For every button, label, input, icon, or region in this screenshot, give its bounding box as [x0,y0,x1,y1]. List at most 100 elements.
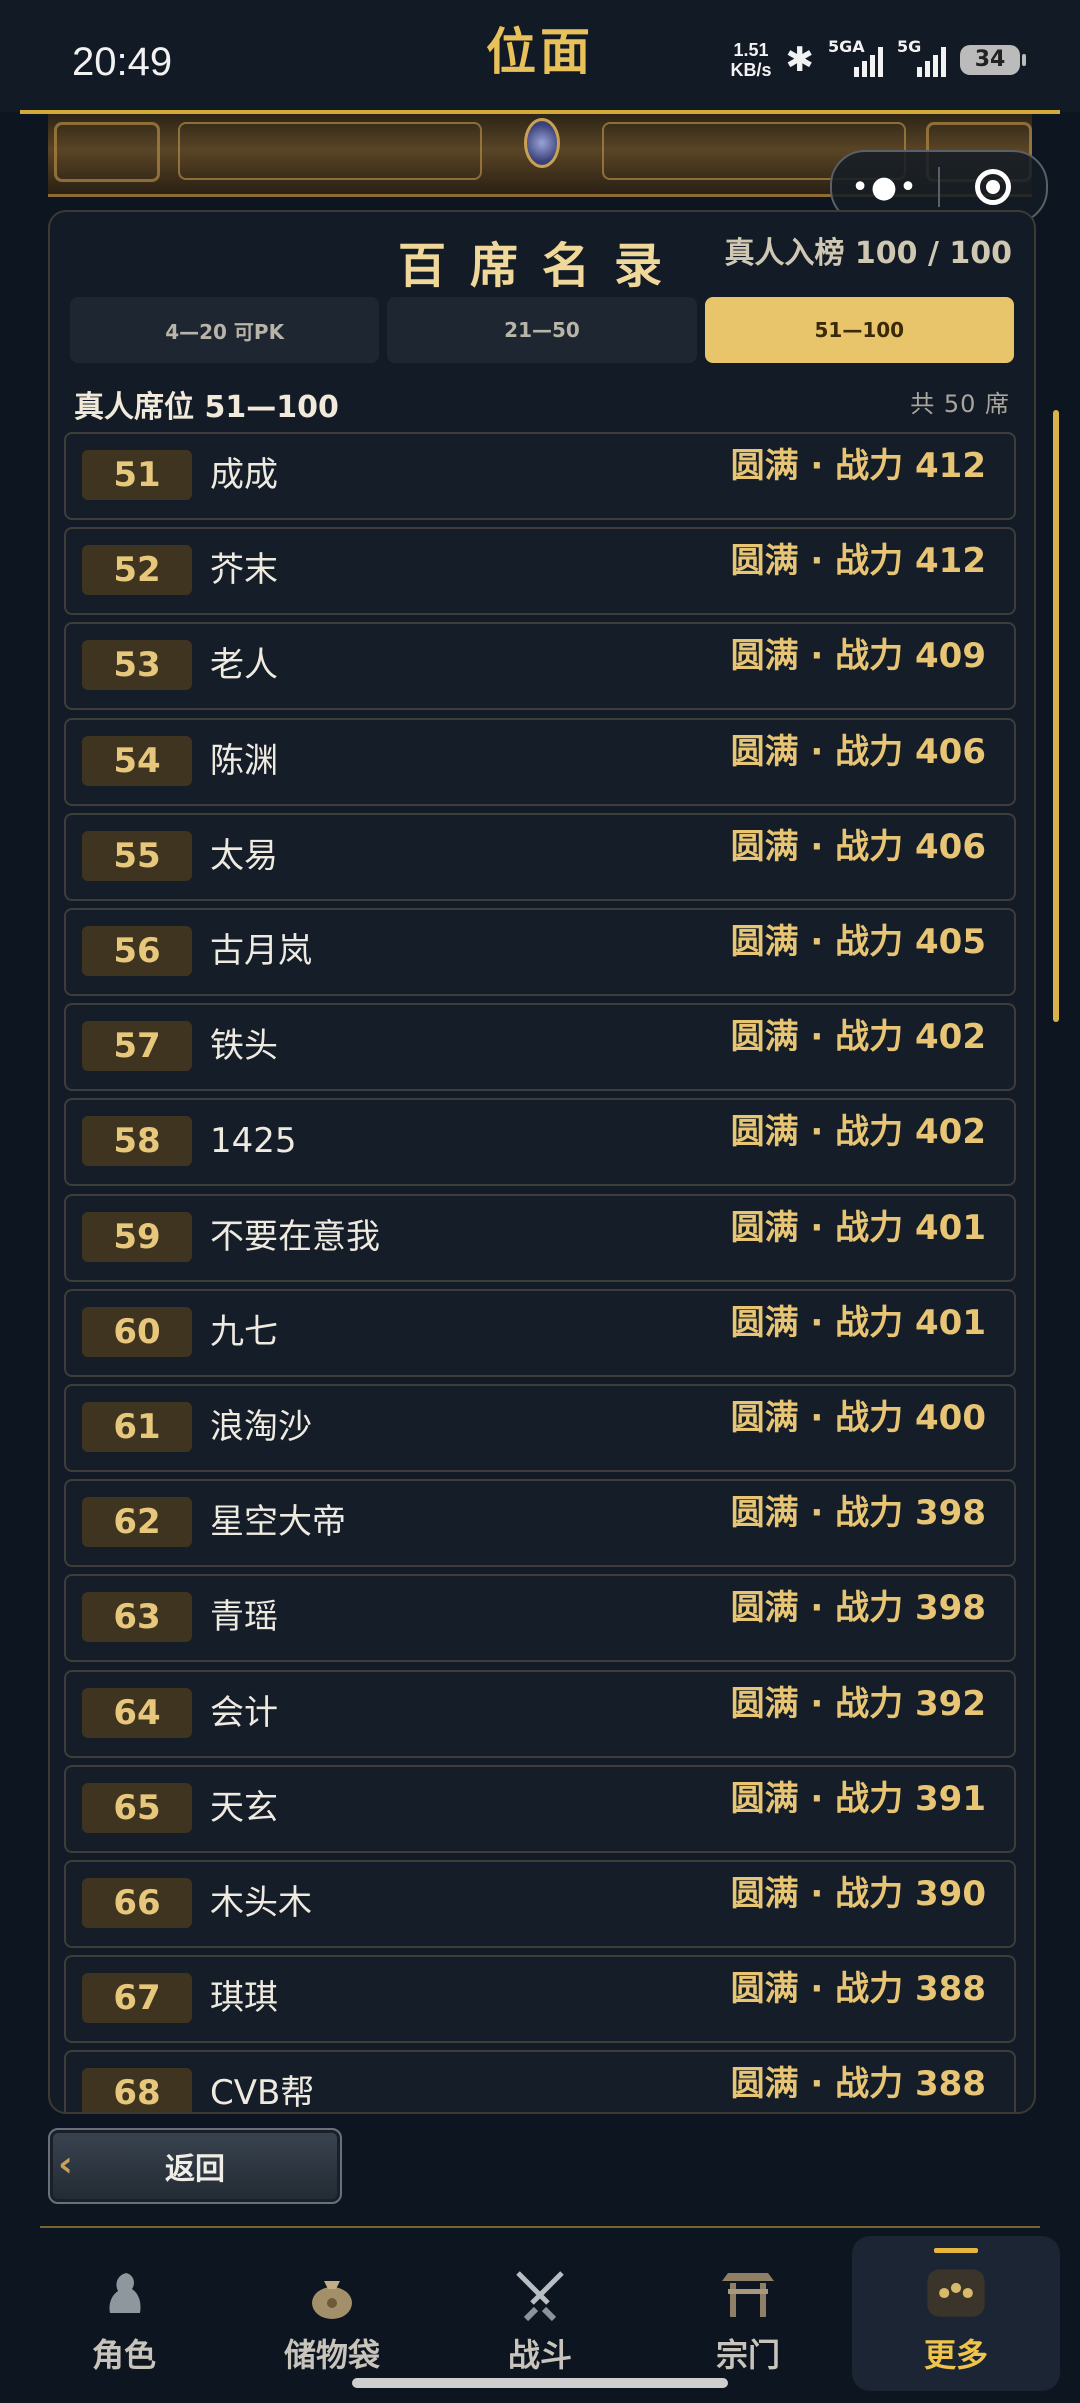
ranking-row[interactable]: 61 浪淘沙 圆满 · 战力 400 [64,1384,1016,1472]
return-button[interactable]: ‹ 返回 [48,2128,342,2204]
rank-badge: 52 [82,545,192,595]
rank-badge: 54 [82,736,192,786]
rank-badge: 55 [82,831,192,881]
power-rating: 圆满 · 战力 406 [730,732,986,772]
power-rating: 圆满 · 战力 392 [730,1684,986,1724]
battery-icon: 34 [960,45,1026,75]
rank-badge: 62 [82,1497,192,1547]
network-speed: 1.51 KB/s [730,40,772,80]
ranking-row[interactable]: 67 琪琪 圆满 · 战力 388 [64,1955,1016,2043]
power-rating: 圆满 · 战力 412 [730,446,986,486]
player-name: 成成 [210,455,278,495]
power-rating: 圆满 · 战力 401 [730,1208,986,1248]
character-icon [92,2266,156,2324]
bluetooth-icon: ✱ [785,40,815,80]
status-bar: 20:49 位面 1.51 KB/s ✱ 5GA 5G 34 [0,0,1080,112]
signal-5ga-icon: 5GA [828,37,883,77]
more-icon [924,2264,988,2322]
player-name: 芥末 [210,550,278,590]
ranking-row[interactable]: 64 会计 圆满 · 战力 392 [64,1670,1016,1758]
rank-badge: 56 [82,926,192,976]
player-name: CVB帮 [210,2073,315,2113]
power-rating: 圆满 · 战力 390 [730,1874,986,1914]
section-heading: 真人席位 51—100 [74,390,339,425]
entry-count: 真人入榜 100 / 100 [724,236,1012,271]
ranking-row[interactable]: 54 陈渊 圆满 · 战力 406 [64,718,1016,806]
more-dots-icon: •●• [851,169,919,205]
player-name: 青瑶 [210,1597,278,1637]
ranking-row[interactable]: 68 CVB帮 圆满 · 战力 388 [64,2050,1016,2113]
power-rating: 圆满 · 战力 398 [730,1588,986,1628]
ranking-row[interactable]: 56 古月岚 圆满 · 战力 405 [64,908,1016,996]
system-icons: 1.51 KB/s ✱ 5GA 5G 34 [730,37,1026,80]
nav-item-character[interactable]: 角色 [20,2230,228,2403]
sect-gate-icon [716,2266,780,2324]
nav-divider [40,2226,1040,2228]
signal-5g-icon: 5G [897,37,946,77]
crossed-swords-icon [508,2266,572,2324]
player-name: 星空大帝 [210,1502,346,1542]
player-name: 九七 [210,1312,278,1352]
player-name: 会计 [210,1693,278,1733]
player-name: 浪淘沙 [210,1407,312,1447]
scrollbar[interactable] [1053,410,1059,1022]
ranking-panel: 百席名录 真人入榜 100 / 100 4—20 可PK 21—50 51—10… [48,210,1036,2114]
power-rating: 圆满 · 战力 400 [730,1398,986,1438]
target-icon [975,169,1011,205]
rank-badge: 58 [82,1116,192,1166]
rank-badge: 67 [82,1973,192,2023]
ranking-row[interactable]: 65 天玄 圆满 · 战力 391 [64,1765,1016,1853]
player-name: 陈渊 [210,741,278,781]
return-label: 返回 [165,2152,225,2187]
player-name: 不要在意我 [210,1217,380,1257]
tab-21-50[interactable]: 21—50 [387,297,697,363]
player-name: 古月岚 [210,931,312,971]
player-name: 老人 [210,645,278,685]
ranking-row[interactable]: 62 星空大帝 圆满 · 战力 398 [64,1479,1016,1567]
player-name: 铁头 [210,1026,278,1066]
rank-badge: 57 [82,1021,192,1071]
rank-badge: 65 [82,1783,192,1833]
power-rating: 圆满 · 战力 405 [730,922,986,962]
ranking-row[interactable]: 60 九七 圆满 · 战力 401 [64,1289,1016,1377]
rank-tabs: 4—20 可PK 21—50 51—100 [70,297,1014,363]
rank-badge: 63 [82,1592,192,1642]
power-rating: 圆满 · 战力 388 [730,1969,986,2009]
seat-total: 共 50 席 [910,390,1010,418]
rank-badge: 68 [82,2068,192,2112]
tab-4-20[interactable]: 4—20 可PK [70,297,380,363]
back-arrow-icon: ‹ [58,2144,73,2185]
player-name: 木头木 [210,1883,312,1923]
rank-badge: 61 [82,1402,192,1452]
power-rating: 圆满 · 战力 412 [730,541,986,581]
ranking-row[interactable]: 55 太易 圆满 · 战力 406 [64,813,1016,901]
player-name: 天玄 [210,1788,278,1828]
tab-51-100[interactable]: 51—100 [704,297,1014,363]
ranking-row[interactable]: 66 木头木 圆满 · 战力 390 [64,1860,1016,1948]
ranking-row[interactable]: 51 成成 圆满 · 战力 412 [64,432,1016,520]
gem-ornament-icon [524,118,560,168]
power-rating: 圆满 · 战力 409 [730,636,986,676]
rank-badge: 51 [82,450,192,500]
power-rating: 圆满 · 战力 406 [730,827,986,867]
power-rating: 圆满 · 战力 398 [730,1493,986,1533]
rank-badge: 59 [82,1212,192,1262]
ranking-row[interactable]: 63 青瑶 圆满 · 战力 398 [64,1574,1016,1662]
ranking-row[interactable]: 52 芥末 圆满 · 战力 412 [64,527,1016,615]
power-rating: 圆满 · 战力 402 [730,1112,986,1152]
player-name: 1425 [210,1121,297,1161]
storage-bag-icon [300,2266,364,2324]
power-rating: 圆满 · 战力 402 [730,1017,986,1057]
nav-item-more[interactable]: 更多 [852,2236,1060,2391]
rank-badge: 53 [82,640,192,690]
power-rating: 圆满 · 战力 388 [730,2064,986,2104]
ranking-row[interactable]: 53 老人 圆满 · 战力 409 [64,622,1016,710]
home-indicator[interactable] [352,2378,728,2388]
power-rating: 圆满 · 战力 391 [730,1779,986,1819]
ranking-row[interactable]: 59 不要在意我 圆满 · 战力 401 [64,1194,1016,1282]
active-indicator [934,2248,978,2253]
ranking-row[interactable]: 57 铁头 圆满 · 战力 402 [64,1003,1016,1091]
ranking-row[interactable]: 58 1425 圆满 · 战力 402 [64,1098,1016,1186]
player-name: 太易 [210,836,278,876]
rank-badge: 60 [82,1307,192,1357]
